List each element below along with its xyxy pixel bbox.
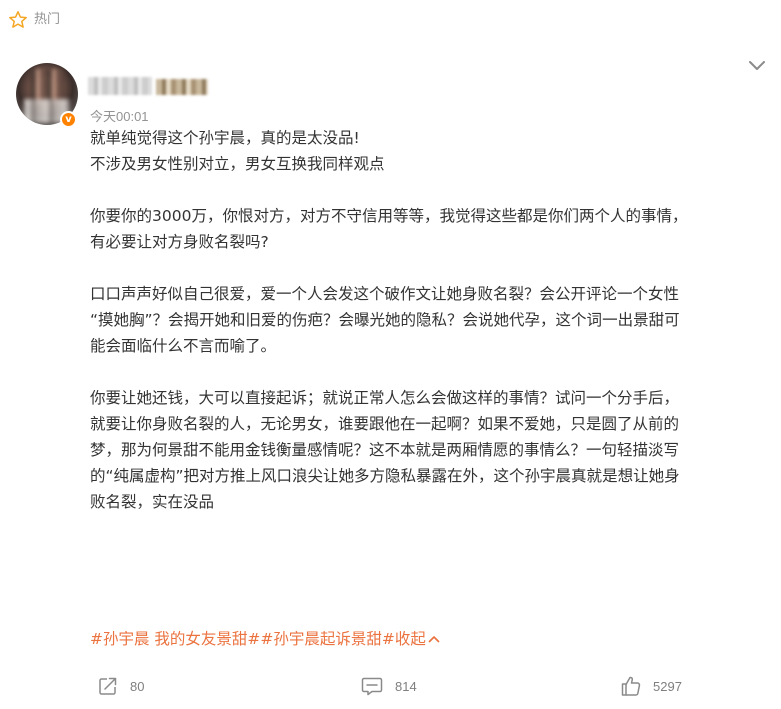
verified-badge-icon: v	[60, 111, 77, 128]
forward-icon	[99, 677, 117, 695]
hot-tag: 热门	[8, 10, 60, 30]
chevron-up-icon	[428, 636, 440, 643]
paragraph-3-line-1: 口口声声好似自己很爱，爱一个人会发这个破作文让她身败名裂？会公开评论一个女性	[90, 285, 680, 303]
paragraph-3-line-3: 能会面临什么不言而喻了。	[90, 337, 277, 355]
comment-button[interactable]: 814	[361, 676, 417, 696]
hashtag-link[interactable]: #孙宇晨起诉景甜#	[260, 626, 394, 652]
chevron-down-icon[interactable]	[748, 58, 766, 72]
like-count: 5297	[653, 678, 682, 694]
forward-count: 80	[130, 678, 145, 694]
forward-button[interactable]: 80	[98, 676, 144, 696]
paragraph-4-line-3: 梦，那为何景甜不能用金钱衡量感情呢？这不本就是两厢情愿的事情么？一句轻描淡写	[90, 441, 680, 459]
paragraph-2-line-2: 有必要让对方身败名裂吗?	[90, 233, 269, 251]
post-content: 就单纯觉得这个孙宇晨，真的是太没品! 不涉及男女性别对立，男女互换我同样观点 你…	[90, 125, 770, 515]
hot-tag-label: 热门	[34, 12, 61, 27]
author-name-blurred[interactable]	[88, 77, 152, 95]
paragraph-4-line-2: 就要让你身败名裂的人，无论男女，谁要跟他在一起啊？如果不爱她，只是圆了从前的	[90, 415, 680, 433]
comment-icon	[361, 677, 383, 696]
like-button[interactable]: 5297	[621, 675, 682, 697]
paragraph-4-line-4: 的“纯属虚构”把对方推上风口浪尖让她多方隐私暴露在外，这个孙宇晨真就是想让她身	[90, 467, 680, 485]
collapse-button[interactable]: 收起	[395, 626, 440, 652]
action-bar: 80 814 5297	[0, 674, 781, 704]
paragraph-1-line-2: 不涉及男女性别对立，男女互换我同样观点	[90, 155, 385, 173]
hashtag-link[interactable]: #孙宇晨 我的女友景甜#	[90, 626, 260, 652]
paragraph-4-line-5: 败名裂，实在没品	[90, 493, 215, 511]
thumbs-up-icon	[621, 676, 641, 696]
paragraph-4-line-1: 你要让她还钱，大可以直接起诉；就说正常人怎么会做这样的事情？试问一个分手后，	[90, 389, 680, 407]
paragraph-2-line-1: 你要你的3000万，你恨对方，对方不守信用等等，我觉得这些都是你们两个人的事情，	[90, 207, 688, 225]
hashtag-row: #孙宇晨 我的女友景甜# #孙宇晨起诉景甜# 收起	[90, 626, 440, 652]
comment-count: 814	[395, 678, 417, 694]
paragraph-3-line-2: “摸她胸”？会揭开她和旧爱的伤疤？会曝光她的隐私？会说她代孕，这个词一出景甜可	[90, 311, 680, 329]
collapse-label: 收起	[394, 630, 426, 648]
post-time[interactable]: 今天00:01	[90, 106, 149, 125]
star-outline-icon	[9, 11, 27, 28]
paragraph-1-line-1: 就单纯觉得这个孙宇晨，真的是太没品!	[90, 129, 360, 147]
author-badge-blurred	[156, 79, 208, 95]
